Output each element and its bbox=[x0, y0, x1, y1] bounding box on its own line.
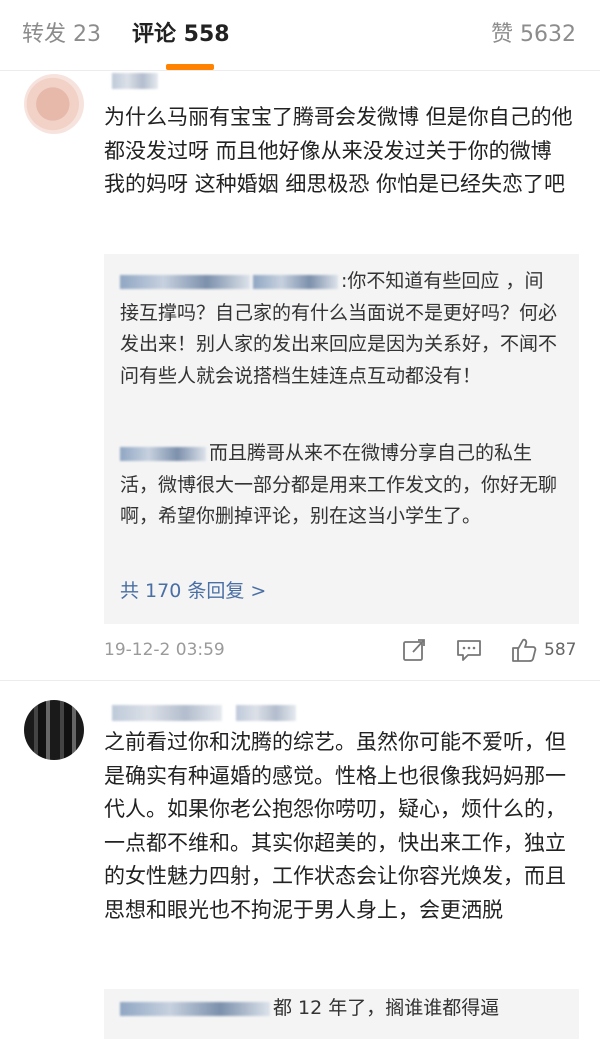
reply-username-redacted bbox=[120, 274, 250, 289]
active-tab-indicator bbox=[166, 64, 214, 70]
tab-repost[interactable]: 转发 23 bbox=[22, 18, 101, 52]
reply-username-redacted bbox=[253, 274, 338, 289]
reply-username-redacted bbox=[120, 1001, 270, 1016]
comment-divider bbox=[0, 680, 600, 681]
avatar[interactable] bbox=[24, 74, 84, 134]
comment-text: 为什么马丽有宝宝了腾哥会发微博 但是你自己的他都没发过呀 而且他好像从来没发过关… bbox=[104, 105, 573, 196]
reply-text: 都 12 年了，搁谁谁都得逼 bbox=[273, 997, 500, 1019]
comment-timestamp: 19-12-2 03:59 bbox=[104, 640, 225, 660]
username-redacted bbox=[236, 705, 296, 721]
reply-item[interactable]: 而且腾哥从来不在微博分享自己的私生活，微博很大一部分都是用来工作发文的，你好无聊… bbox=[120, 438, 560, 566]
comment-icon[interactable] bbox=[455, 636, 483, 664]
username-redacted[interactable] bbox=[112, 705, 222, 721]
tab-comment[interactable]: 评论 558 bbox=[132, 18, 230, 52]
replies-box[interactable]: :你不知道有些回应 ，间接互撑吗？自己家的有什么当面说不是更好吗？何必发出来！别… bbox=[104, 254, 579, 624]
tab-like[interactable]: 赞 5632 bbox=[491, 18, 576, 52]
reply-username-redacted bbox=[120, 446, 206, 461]
comment-text: 之前看过你和沈腾的综艺。虽然你可能不爱听，但是确实有种逼婚的感觉。性格上也很像我… bbox=[104, 730, 566, 922]
reply-item[interactable]: :你不知道有些回应 ，间接互撑吗？自己家的有什么当面说不是更好吗？何必发出来！别… bbox=[120, 266, 560, 426]
like-count: 587 bbox=[544, 640, 577, 660]
more-replies-link[interactable]: 共 170 条回复 > bbox=[120, 576, 266, 606]
username-redacted[interactable] bbox=[112, 73, 158, 89]
comment-tab-bar: 转发 23 评论 558 赞 5632 bbox=[0, 0, 600, 71]
share-icon[interactable] bbox=[400, 636, 428, 664]
thumbs-up-icon[interactable] bbox=[510, 636, 538, 664]
avatar[interactable] bbox=[24, 700, 84, 760]
replies-box[interactable]: 都 12 年了，搁谁谁都得逼 bbox=[104, 989, 579, 1039]
reply-item[interactable]: 都 12 年了，搁谁谁都得逼 bbox=[120, 993, 560, 1029]
